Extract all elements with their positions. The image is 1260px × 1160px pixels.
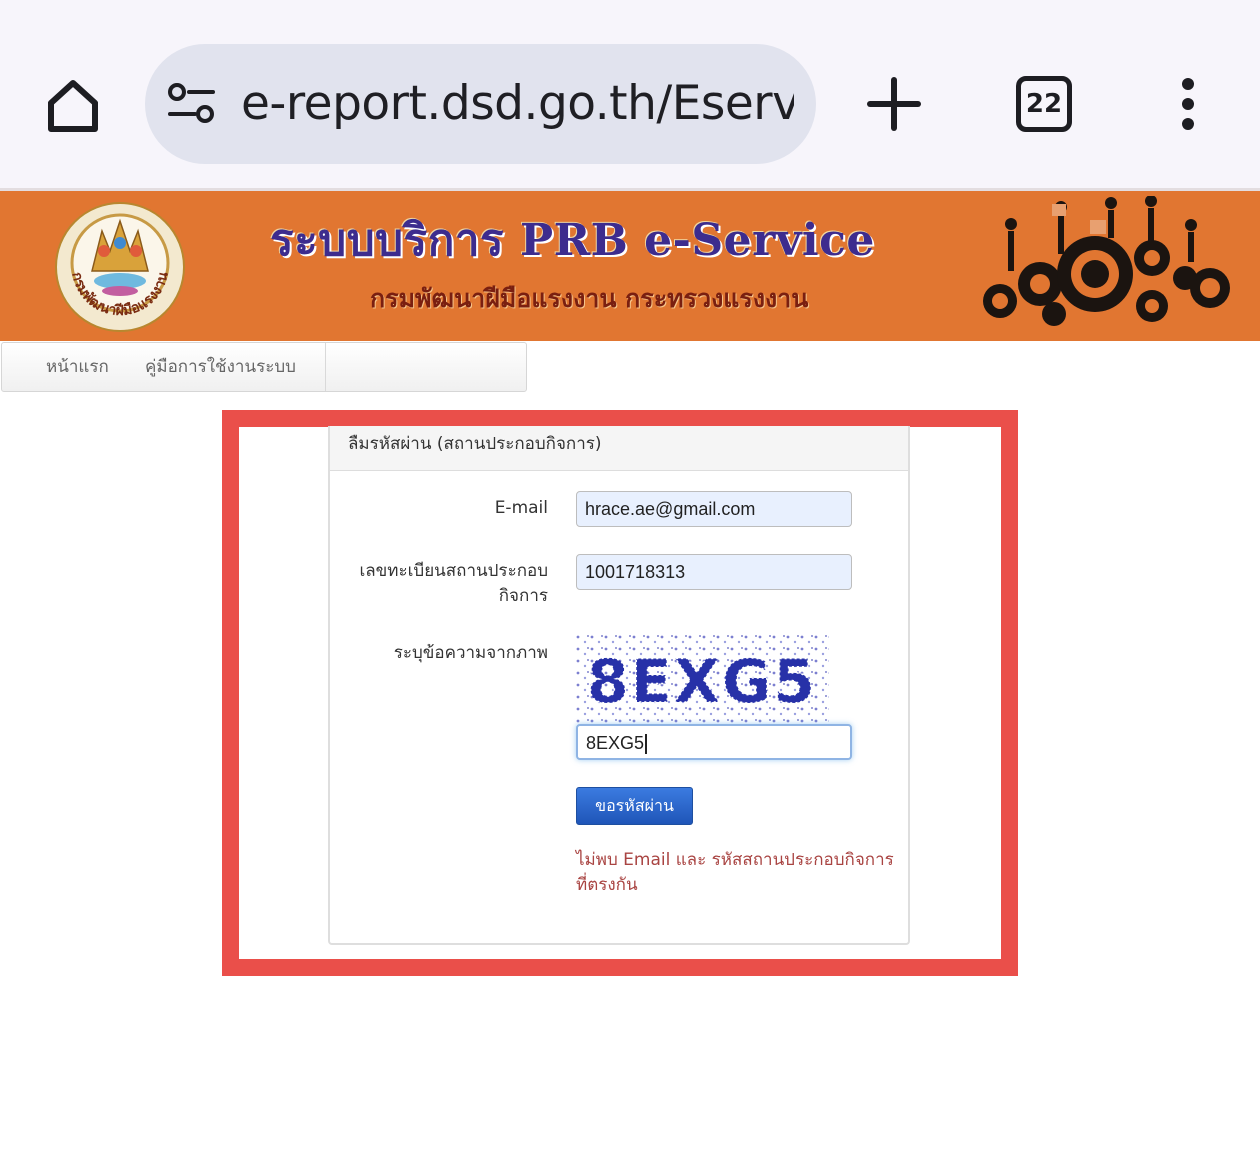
registration-number-label: เลขทะเบียนสถานประกอบ กิจการ bbox=[359, 559, 548, 609]
site-banner: กรมพัฒนาฝีมือแรงงาน ระบบบริการ PRB e-Ser… bbox=[0, 191, 1260, 341]
captcha-text: 8EXG5 bbox=[587, 647, 817, 717]
request-password-button[interactable]: ขอรหัสผ่าน bbox=[576, 787, 693, 825]
email-label: E-mail bbox=[494, 498, 548, 518]
gears-workers-illustration bbox=[980, 195, 1240, 336]
text-cursor bbox=[645, 734, 648, 755]
tab-switcher-icon[interactable]: 22 bbox=[1016, 76, 1072, 132]
registration-number-input[interactable]: 1001718313 bbox=[576, 554, 852, 590]
top-nav: หน้าแรก คู่มือการใช้งานระบบ bbox=[1, 342, 527, 392]
dsd-seal-logo: กรมพัฒนาฝีมือแรงงาน bbox=[52, 201, 188, 333]
panel-header: ลืมรหัสผ่าน (สถานประกอบกิจการ) bbox=[330, 426, 908, 471]
captcha-label: ระบุข้อความจากภาพ bbox=[393, 643, 548, 663]
nav-divider bbox=[325, 343, 326, 391]
nav-item-home[interactable]: หน้าแรก bbox=[46, 343, 109, 391]
forgot-password-panel: ลืมรหัสผ่าน (สถานประกอบกิจการ) E-mail hr… bbox=[328, 426, 910, 945]
nav-item-manual[interactable]: คู่มือการใช้งานระบบ bbox=[145, 343, 296, 391]
home-icon[interactable] bbox=[38, 70, 108, 140]
captcha-image: 8EXG5 bbox=[576, 634, 829, 724]
captcha-input-value: 8EXG5 bbox=[586, 733, 645, 753]
address-bar[interactable]: e-report.dsd.go.th/Eservic bbox=[145, 44, 816, 164]
panel-title: ลืมรหัสผ่าน (สถานประกอบกิจการ) bbox=[348, 434, 602, 454]
browser-toolbar: e-report.dsd.go.th/Eservic 22 bbox=[0, 0, 1260, 188]
site-settings-icon[interactable] bbox=[167, 82, 217, 126]
registration-label-line1: เลขทะเบียนสถานประกอบ bbox=[359, 561, 548, 581]
email-input[interactable]: hrace.ae@gmail.com bbox=[576, 491, 852, 527]
error-message: ไม่พบ Email และ รหัสสถานประกอบกิจการที่ต… bbox=[576, 850, 894, 895]
captcha-input[interactable]: 8EXG5 bbox=[576, 724, 852, 760]
banner-title: ระบบบริการ PRB e-Service bbox=[270, 215, 875, 266]
plus-icon[interactable] bbox=[864, 74, 924, 134]
more-vert-icon[interactable] bbox=[1168, 74, 1208, 134]
banner-subtitle: กรมพัฒนาฝีมือแรงงาน กระทรวงแรงงาน bbox=[370, 284, 809, 313]
url-text[interactable]: e-report.dsd.go.th/Eservic bbox=[241, 70, 794, 138]
registration-label-line2: กิจการ bbox=[498, 586, 548, 606]
